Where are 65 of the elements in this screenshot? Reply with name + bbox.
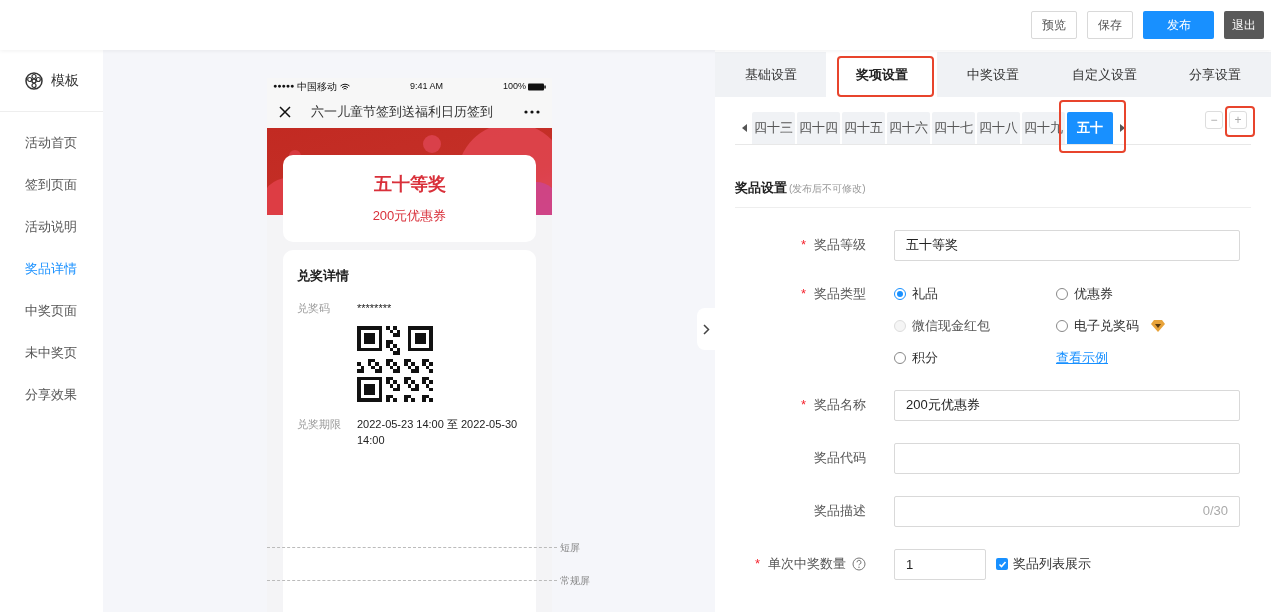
detail-value: 2022-05-23 14:00 至 2022-05-30 14:00 <box>357 416 519 448</box>
settings-tab[interactable]: 自定义设置 <box>1048 52 1160 97</box>
scroll-left-icon[interactable] <box>742 124 747 132</box>
prize-level-tab[interactable]: 四十五 <box>842 112 885 144</box>
text-field[interactable]: 五十等奖 <box>894 229 1240 261</box>
settings-tab[interactable]: 基础设置 <box>715 52 827 97</box>
carrier-text: 中国移动 <box>297 80 338 94</box>
field-label: 奖品等级 <box>814 236 866 255</box>
required-mark: * <box>800 284 806 303</box>
radio-option[interactable]: 积分 <box>894 347 1056 368</box>
header-button[interactable]: 保存 <box>1087 11 1133 39</box>
text-field[interactable]: 200元优惠券 <box>894 389 1240 421</box>
page-title: 六一儿童节签到送福利日历签到 <box>311 102 494 121</box>
prize-level-tab[interactable]: 四十八 <box>977 112 1020 144</box>
scroll-right-icon[interactable] <box>1120 124 1125 132</box>
battery-text: 100% <box>502 79 526 93</box>
field-label: 单次中奖数量 <box>768 555 846 574</box>
wifi-icon <box>340 82 351 91</box>
required-mark: * <box>754 555 760 574</box>
radio-option[interactable]: 优惠券 <box>1056 283 1240 304</box>
header-button[interactable]: 预览 <box>1031 11 1077 39</box>
collapse-handle[interactable] <box>697 308 715 350</box>
prize-name: 200元优惠券 <box>372 207 447 226</box>
header-button[interactable]: 退出 <box>1224 11 1264 39</box>
template-icon <box>25 71 43 90</box>
sidebar-item[interactable]: 签到页面 <box>0 164 103 206</box>
field-label: 奖品描述 <box>814 502 866 521</box>
detail-label: 兑奖期限 <box>297 416 341 432</box>
detail-value: ******** <box>357 300 393 316</box>
radio-option[interactable]: 电子兑奖码 <box>1056 315 1240 336</box>
text-field[interactable] <box>894 442 1240 474</box>
section-note: (发布后不可修改) <box>789 182 866 196</box>
status-time: 9:41 AM <box>410 79 444 93</box>
field-label: 奖品代码 <box>814 449 866 468</box>
prize-level-tab[interactable]: 四十七 <box>932 112 975 144</box>
qr-code-icon <box>357 325 433 402</box>
radio-option[interactable]: 礼品 <box>894 283 1056 304</box>
sidebar-item[interactable]: 活动说明 <box>0 206 103 248</box>
settings-tab[interactable]: 分享设置 <box>1159 52 1271 97</box>
prize-level: 五十等奖 <box>373 173 446 197</box>
battery-icon <box>528 82 546 91</box>
card-title: 兑奖详情 <box>297 267 350 285</box>
prize-level-tab[interactable]: 四十六 <box>887 112 930 144</box>
settings-tab[interactable]: 中奖设置 <box>937 52 1049 97</box>
chevron-right-icon <box>702 323 710 335</box>
detail-label: 兑奖码 <box>297 300 331 316</box>
quantity-field[interactable]: 1 <box>894 548 986 580</box>
guide-label: 常规屏 <box>560 574 590 588</box>
field-label: 奖品名称 <box>814 396 866 415</box>
sidebar-title: 模板 <box>51 71 79 90</box>
sidebar-item[interactable]: 分享效果 <box>0 374 103 416</box>
settings-tab[interactable]: 奖项设置 <box>826 52 938 97</box>
required-mark: * <box>800 236 806 255</box>
prize-level-tab[interactable]: 四十三 <box>752 112 795 144</box>
close-icon[interactable] <box>279 105 291 118</box>
guide-label: 短屏 <box>560 541 580 555</box>
field-label: 奖品类型 <box>814 284 866 303</box>
section-title: 奖品设置 <box>735 179 787 197</box>
required-mark: * <box>800 396 806 415</box>
sidebar-item[interactable]: 未中奖页 <box>0 332 103 374</box>
more-icon[interactable] <box>524 109 540 114</box>
sidebar-item[interactable]: 中奖页面 <box>0 290 103 332</box>
prize-level-tab[interactable]: 四十四 <box>797 112 840 144</box>
show-in-list-checkbox[interactable]: 奖品列表展示 <box>996 554 1091 574</box>
sidebar-item[interactable]: 活动首页 <box>0 122 103 164</box>
